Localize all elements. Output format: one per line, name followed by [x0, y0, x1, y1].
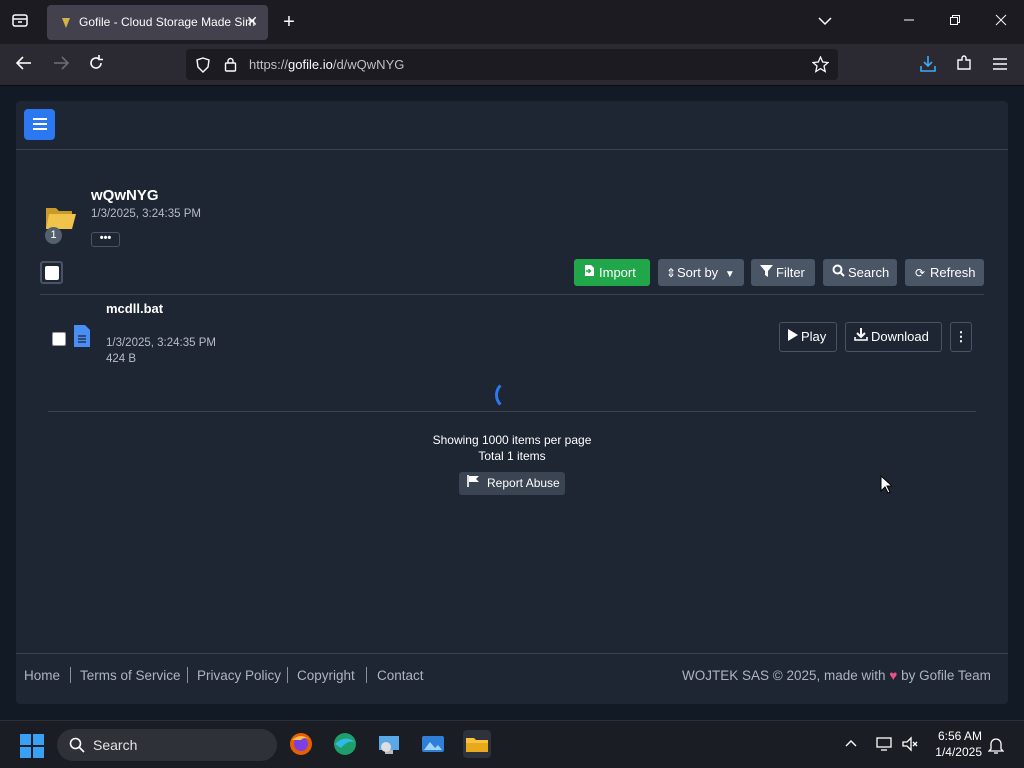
volume-muted-icon[interactable]	[901, 736, 919, 752]
toolbar-divider	[40, 294, 984, 295]
folder-name: wQwNYG	[91, 187, 159, 204]
file-import-icon	[582, 260, 596, 287]
search-icon	[831, 260, 845, 287]
web-page: 1 wQwNYG 1/3/2025, 3:24:35 PM ••• Import…	[0, 86, 1024, 720]
bookmark-star-icon[interactable]	[812, 56, 829, 73]
caret-down-icon: ▼	[724, 269, 735, 280]
footer-link-privacy[interactable]: Privacy Policy	[197, 668, 281, 683]
header-divider	[16, 149, 1008, 150]
network-icon[interactable]	[875, 736, 893, 752]
file-more-options-button[interactable]: ⋮	[950, 322, 972, 352]
clock-date: 1/4/2025	[935, 745, 982, 759]
filter-button[interactable]: Filter	[751, 259, 815, 286]
footer-link-contact[interactable]: Contact	[377, 668, 424, 683]
control-panel-taskbar-icon[interactable]	[375, 730, 403, 758]
file-name[interactable]: mcdll.bat	[106, 301, 163, 316]
content-card: 1 wQwNYG 1/3/2025, 3:24:35 PM ••• Import…	[16, 101, 1008, 704]
loading-spinner-icon	[495, 380, 525, 410]
select-all-checkbox[interactable]	[40, 261, 63, 284]
footer-credit: WOJTEK SAS © 2025, made with ♥ by Gofile…	[682, 668, 991, 683]
sort-by-button[interactable]: ⇕Sort by ▼	[658, 259, 744, 286]
refresh-button[interactable]: ⟳ Refresh	[905, 259, 984, 286]
firefox-taskbar-icon[interactable]	[287, 730, 315, 758]
windows-taskbar: Search 6:56 AM 1/4/2025	[0, 720, 1024, 768]
items-per-page-text: Showing 1000 items per page	[432, 433, 592, 447]
total-items-text: Total 1 items	[478, 449, 546, 463]
filter-icon	[759, 260, 773, 287]
file-explorer-taskbar-icon[interactable]	[463, 730, 491, 758]
taskbar-search-box[interactable]: Search	[57, 729, 277, 761]
hamburger-icon	[32, 118, 47, 130]
file-row[interactable]: mcdll.bat 1/3/2025, 3:24:35 PM 424 B Pla…	[16, 301, 1008, 371]
url-bar[interactable]: https://gofile.io/d/wQwNYG	[186, 49, 838, 80]
footer-link-home[interactable]: Home	[24, 668, 60, 683]
extensions-icon[interactable]	[953, 54, 975, 76]
list-all-tabs-icon[interactable]	[815, 12, 835, 32]
import-button[interactable]: Import	[574, 259, 650, 286]
restore-window-icon[interactable]	[945, 12, 965, 32]
sort-icon: ⇕	[666, 266, 677, 280]
play-button[interactable]: Play	[779, 322, 837, 352]
footer-separator	[366, 667, 367, 683]
vertical-dots-icon: ⋮	[954, 329, 968, 344]
footer-separator	[187, 667, 188, 683]
clock-time: 6:56 AM	[937, 729, 982, 743]
lock-icon[interactable]	[224, 57, 237, 72]
tab-close-icon[interactable]: ✕	[246, 13, 258, 30]
edge-taskbar-icon[interactable]	[331, 730, 359, 758]
search-button[interactable]: Search	[823, 259, 897, 286]
notifications-bell-icon[interactable]	[988, 736, 1004, 754]
mouse-cursor-icon	[880, 475, 892, 494]
footer-link-terms[interactable]: Terms of Service	[80, 668, 181, 683]
page-footer: Home Terms of Service Privacy Policy Cop…	[16, 653, 1008, 691]
browser-nav-bar: https://gofile.io/d/wQwNYG	[0, 44, 1024, 86]
refresh-icon: ⟳	[914, 266, 926, 280]
file-size: 424 B	[106, 353, 137, 365]
photos-taskbar-icon[interactable]	[419, 730, 447, 758]
footer-link-copyright[interactable]: Copyright	[297, 668, 355, 683]
tab-list-icon[interactable]	[10, 12, 30, 32]
folder-date: 1/3/2025, 3:24:35 PM	[91, 208, 201, 220]
list-divider	[48, 411, 976, 412]
url-text: https://gofile.io/d/wQwNYG	[249, 57, 405, 72]
download-button[interactable]: Download	[845, 322, 942, 352]
new-tab-icon[interactable]: +	[279, 12, 299, 32]
close-window-icon[interactable]	[991, 12, 1011, 32]
folder-more-button[interactable]: •••	[91, 232, 120, 247]
forward-icon[interactable]	[50, 54, 72, 76]
minimize-window-icon[interactable]	[899, 12, 919, 32]
play-icon	[788, 323, 798, 351]
taskbar-clock[interactable]: 6:56 AM 1/4/2025	[922, 728, 982, 760]
search-icon	[69, 737, 85, 753]
file-checkbox[interactable]	[52, 332, 66, 346]
reload-icon[interactable]	[85, 54, 107, 76]
file-date: 1/3/2025, 3:24:35 PM	[106, 337, 216, 349]
app-menu-icon[interactable]	[989, 54, 1011, 76]
gofile-favicon-icon	[62, 18, 70, 28]
download-icon	[854, 323, 868, 351]
tab-title: Gofile - Cloud Storage Made Simple	[79, 15, 255, 29]
downloads-icon[interactable]	[917, 54, 939, 76]
tracking-shield-icon[interactable]	[196, 57, 210, 73]
folder-item-count-badge: 1	[45, 227, 62, 244]
footer-separator	[70, 667, 71, 683]
windows-start-icon[interactable]	[20, 734, 44, 758]
browser-tab-bar: Gofile - Cloud Storage Made Simple ✕ +	[0, 0, 1024, 44]
show-hidden-icons-icon[interactable]	[845, 739, 857, 747]
footer-separator	[287, 667, 288, 683]
flag-icon	[467, 472, 481, 495]
report-abuse-button[interactable]: Report Abuse	[459, 472, 565, 495]
sidebar-menu-button[interactable]	[24, 109, 55, 140]
heart-icon: ♥	[889, 668, 898, 683]
file-text-icon	[74, 325, 90, 347]
back-icon[interactable]	[13, 54, 35, 76]
browser-tab-active[interactable]: Gofile - Cloud Storage Made Simple ✕	[47, 5, 268, 40]
